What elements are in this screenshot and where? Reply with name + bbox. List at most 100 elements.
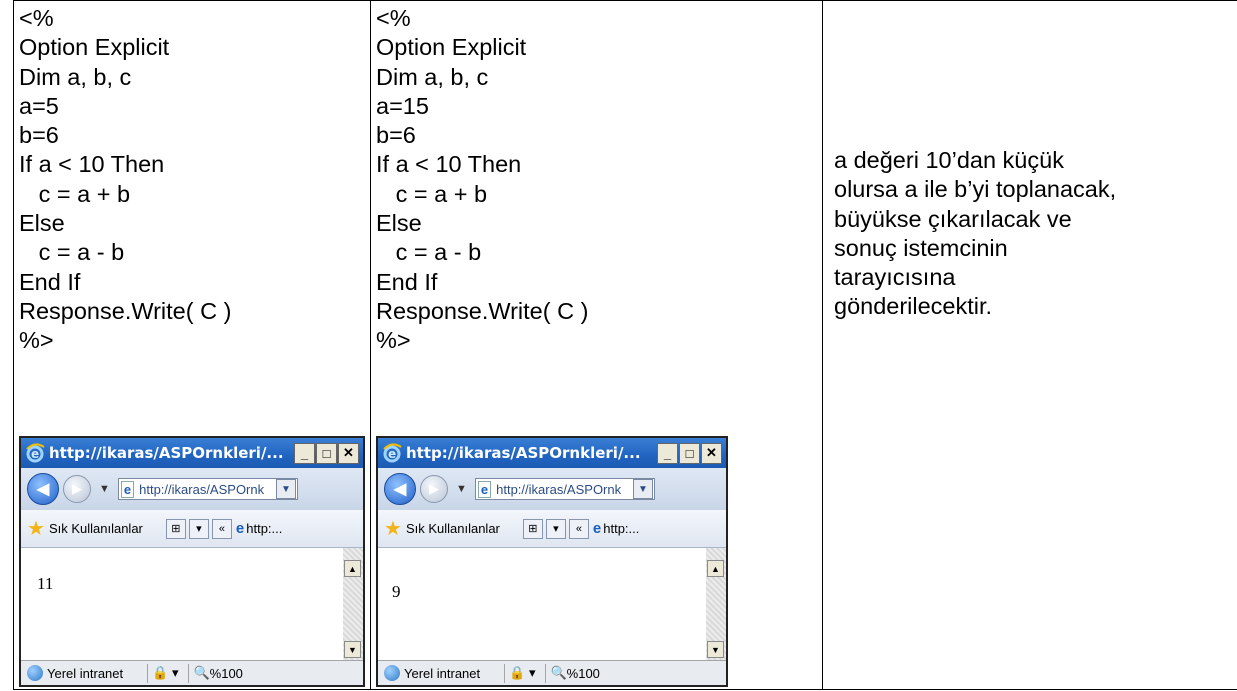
tab-ie-icon: e [235,520,245,537]
code-line: Else [376,210,422,237]
code-line: c = a + b [376,180,488,207]
vertical-scrollbar[interactable]: ▲ ▼ [343,548,363,660]
code-line: c = a - b [19,239,125,266]
tab-list-icon[interactable]: ▾ [188,518,209,539]
security-zone: Yerel intranet [47,665,124,681]
favorites-bar: ★ Sık Kullanılanlar ⊞ ▾ « e http:... [21,510,363,548]
scroll-down-icon[interactable]: ▼ [344,641,361,658]
address-bar[interactable]: e http://ikaras/ASPOrnk ▼ [474,478,655,500]
intranet-globe-icon [27,665,43,681]
description-line: sonuç istemcinin [834,234,1008,261]
code-cell-1: <% Option Explicit Dim a, b, c a=5 b=6 I… [13,0,371,690]
page-icon: e [120,480,135,498]
code-line: Response.Write( C ) [19,297,232,324]
title-bar[interactable]: e http://ikaras/ASPOrnkleri/... _ □ ✕ [378,438,726,468]
code-line: Response.Write( C ) [376,297,589,324]
zoom-level: %100 [209,665,243,681]
chevron-left-icon[interactable]: « [568,518,589,539]
address-dropdown-icon[interactable]: ▼ [632,479,653,499]
status-bar: Yerel intranet 🔒 ▾ 🔍 %100 [21,660,363,685]
page-output: 9 [392,582,401,601]
back-arrow-icon: ◀ [36,481,50,498]
forward-button[interactable]: ▶ [63,475,91,503]
protected-mode-icon[interactable]: 🔒 ▾ [147,663,182,683]
back-button[interactable]: ◀ [27,473,59,505]
history-dropdown-icon[interactable]: ▼ [99,483,110,495]
code-line: c = a - b [376,239,482,266]
zoom-control[interactable]: 🔍 %100 [188,663,246,683]
tab-ie-icon: e [592,520,602,537]
browser-window-2: e http://ikaras/ASPOrnkleri/... _ □ ✕ ◀ … [376,436,728,687]
quick-tabs-icon[interactable]: ⊞ [165,518,186,539]
back-arrow-icon: ◀ [393,481,407,498]
window-title: http://ikaras/ASPOrnkleri/... [49,444,284,462]
back-button[interactable]: ◀ [384,473,416,505]
address-text: http://ikaras/ASPOrnk [496,481,622,497]
description-line: tarayıcısına [834,264,956,291]
minimize-button[interactable]: _ [657,442,678,464]
code-line: If a < 10 Then [376,151,522,178]
vertical-scrollbar[interactable]: ▲ ▼ [706,548,726,660]
code-line: b=6 [376,122,416,149]
code-line: b=6 [19,122,59,149]
svg-text:e: e [388,447,396,461]
code-block-2: <% Option Explicit Dim a, b, c a=15 b=6 … [371,1,822,356]
star-icon[interactable]: ★ [384,516,402,541]
address-bar[interactable]: e http://ikaras/ASPOrnk ▼ [117,478,298,500]
scroll-up-icon[interactable]: ▲ [344,560,361,577]
zoom-icon: 🔍 [193,665,210,680]
tab-label[interactable]: http:... [246,521,282,536]
code-line: a=5 [19,92,59,119]
zoom-level: %100 [566,665,600,681]
code-line: Option Explicit [376,34,527,61]
description-line: büyükse çıkarılacak ve [834,205,1072,232]
code-line: End If [376,268,438,295]
description-text: a değeri 10’dan küçük olursa a ile b’yi … [834,146,1116,322]
security-zone: Yerel intranet [404,665,481,681]
code-line: Option Explicit [19,34,170,61]
window-title: http://ikaras/ASPOrnkleri/... [406,444,641,462]
tab-label[interactable]: http:... [603,521,639,536]
description-line: gönderilecektir. [834,293,993,320]
star-icon[interactable]: ★ [27,516,45,541]
browser-window-1: e http://ikaras/ASPOrnkleri/... _ □ ✕ ◀ … [19,436,365,687]
protected-mode-icon[interactable]: 🔒 ▾ [504,663,539,683]
zoom-control[interactable]: 🔍 %100 [545,663,603,683]
chevron-left-icon[interactable]: « [211,518,232,539]
page-icon: e [477,480,492,498]
code-cell-2: <% Option Explicit Dim a, b, c a=15 b=6 … [370,0,823,690]
favorites-bar: ★ Sık Kullanılanlar ⊞ ▾ « e http:... [378,510,726,548]
page-output: 11 [37,574,54,593]
code-line: <% [19,5,54,31]
code-line: If a < 10 Then [19,151,165,178]
minimize-button[interactable]: _ [294,442,315,464]
title-bar[interactable]: e http://ikaras/ASPOrnkleri/... _ □ ✕ [21,438,363,468]
favorites-label[interactable]: Sık Kullanılanlar [406,521,500,536]
status-bar: Yerel intranet 🔒 ▾ 🔍 %100 [378,660,726,685]
page-content: 11 [21,548,346,660]
forward-button[interactable]: ▶ [420,475,448,503]
tab-list-icon[interactable]: ▾ [545,518,566,539]
scroll-up-icon[interactable]: ▲ [707,560,724,577]
page-content: 9 [378,548,709,660]
quick-tabs-icon[interactable]: ⊞ [522,518,543,539]
address-dropdown-icon[interactable]: ▼ [275,479,296,499]
address-text: http://ikaras/ASPOrnk [139,481,265,497]
intranet-globe-icon [384,665,400,681]
favorites-label[interactable]: Sık Kullanılanlar [49,521,143,536]
code-line: Dim a, b, c [376,63,489,90]
code-line: Dim a, b, c [19,63,132,90]
ie-logo-icon: e [383,443,402,463]
close-button[interactable]: ✕ [701,442,722,464]
document-page: <% Option Explicit Dim a, b, c a=5 b=6 I… [0,0,1237,691]
window-controls: _ □ ✕ [294,442,359,464]
scroll-down-icon[interactable]: ▼ [707,641,724,658]
maximize-button[interactable]: □ [316,442,337,464]
code-line: End If [19,268,81,295]
maximize-button[interactable]: □ [679,442,700,464]
window-controls: _ □ ✕ [657,442,722,464]
navigation-bar: ◀ ▶ ▼ e http://ikaras/ASPOrnk ▼ [378,468,726,510]
close-button[interactable]: ✕ [338,442,359,464]
ie-logo-icon: e [26,443,45,463]
history-dropdown-icon[interactable]: ▼ [456,483,467,495]
